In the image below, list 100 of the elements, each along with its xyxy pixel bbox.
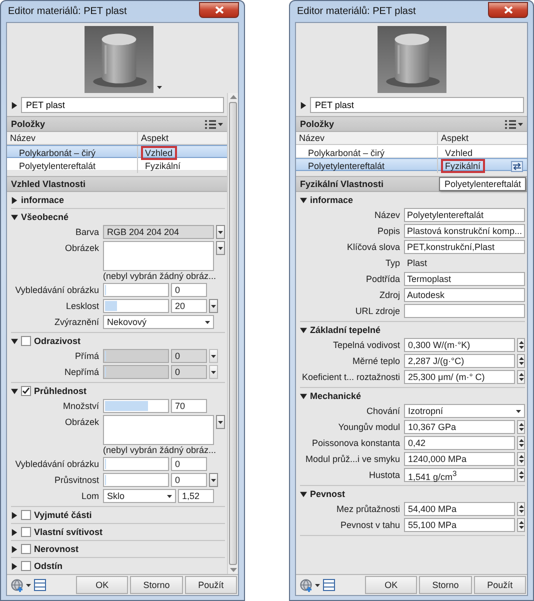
spin-button[interactable] xyxy=(517,370,525,384)
color-field[interactable]: RGB 204 204 204 xyxy=(103,225,214,239)
list-row[interactable]: Polykarbonát – čirý Vzhled xyxy=(296,145,527,158)
text-field[interactable]: Polyetylentereftalát xyxy=(404,208,525,222)
text-field[interactable]: Plastová konstrukční komp... xyxy=(404,224,525,238)
collapse-icon[interactable] xyxy=(300,326,307,334)
collapse-icon[interactable] xyxy=(300,490,307,498)
dropdown-button[interactable] xyxy=(209,299,218,313)
dropdown-button[interactable] xyxy=(209,473,218,487)
section-title[interactable]: Mechanické xyxy=(310,391,362,401)
number-field[interactable]: 2,287 J/(g·°C) xyxy=(404,354,515,368)
slider[interactable] xyxy=(103,399,169,413)
section-title[interactable]: Vlastní svítivost xyxy=(34,527,103,537)
list-row[interactable]: Polyetylentereftalát Fyzikální xyxy=(296,158,527,171)
spin-button[interactable] xyxy=(517,436,525,450)
list-row[interactable]: Polyetylentereftalát Fyzikální xyxy=(7,158,227,171)
collapse-icon[interactable] xyxy=(300,196,307,204)
checkbox[interactable] xyxy=(21,527,31,537)
slider[interactable] xyxy=(103,457,169,471)
column-header[interactable]: Název xyxy=(296,132,437,144)
view-menu-button[interactable] xyxy=(505,120,523,128)
spin-button[interactable] xyxy=(517,518,525,532)
text-field[interactable]: Autodesk xyxy=(404,288,525,302)
swap-button[interactable] xyxy=(511,160,523,172)
section-title[interactable]: informace xyxy=(310,195,354,205)
section-title[interactable]: Základní tepelné xyxy=(310,325,381,335)
spin-button[interactable] xyxy=(517,452,525,466)
text-field[interactable]: Termoplast xyxy=(404,272,525,286)
slider[interactable] xyxy=(103,283,169,297)
number-field[interactable]: 1,541 g/cm$^{3}$ xyxy=(404,468,515,482)
dropdown[interactable]: Izotropní xyxy=(404,404,525,418)
number-field[interactable]: 1240,000 MPa xyxy=(404,452,515,466)
collapse-icon[interactable] xyxy=(11,388,18,394)
dialog-button[interactable]: Storno xyxy=(130,576,183,594)
material-name-field[interactable]: PET plast xyxy=(310,97,524,113)
dialog-button[interactable]: Použít xyxy=(474,576,526,594)
expand-icon[interactable] xyxy=(11,196,18,204)
text-field[interactable]: PET,konstrukční,Plast xyxy=(404,240,525,254)
material-name-field[interactable]: PET plast xyxy=(21,97,224,113)
section-title[interactable]: Odstín xyxy=(34,561,62,571)
section-title[interactable]: Všeobecné xyxy=(21,212,69,222)
value-field[interactable]: 0 xyxy=(171,457,207,471)
dropdown-button[interactable] xyxy=(216,415,225,429)
dropdown[interactable]: Sklo xyxy=(103,489,176,503)
checkbox[interactable] xyxy=(21,510,31,520)
slider[interactable] xyxy=(103,473,169,487)
dialog-button[interactable]: Použít xyxy=(184,576,237,594)
column-header[interactable]: Aspekt xyxy=(437,132,527,144)
expand-icon[interactable] xyxy=(11,528,18,536)
panel-layout-button[interactable] xyxy=(34,579,46,591)
expand-icon[interactable] xyxy=(11,512,18,518)
expand-icon[interactable] xyxy=(11,102,18,108)
column-header[interactable]: Název xyxy=(7,132,137,144)
checkbox[interactable] xyxy=(21,336,31,346)
scrollbar[interactable] xyxy=(227,93,238,574)
value-field[interactable]: 1,52 xyxy=(178,489,214,503)
close-button[interactable] xyxy=(199,2,239,18)
number-field[interactable]: 55,100 MPa xyxy=(404,518,515,532)
section-title[interactable]: Pevnost xyxy=(310,489,346,499)
scroll-up-icon[interactable] xyxy=(230,95,236,99)
preview-menu-button[interactable] xyxy=(157,86,162,89)
dialog-button[interactable]: OK xyxy=(76,576,128,594)
section-title[interactable]: Odrazivost xyxy=(34,336,81,346)
list-row[interactable]: Polykarbonát – čirý Vzhled xyxy=(7,145,227,158)
text-field[interactable] xyxy=(404,304,525,318)
checkbox[interactable] xyxy=(21,386,31,396)
value-field[interactable]: 20 xyxy=(171,299,207,313)
spin-button[interactable] xyxy=(517,354,525,368)
slider[interactable] xyxy=(103,299,169,313)
number-field[interactable]: 10,367 GPa xyxy=(404,420,515,434)
spin-button[interactable] xyxy=(517,420,525,434)
number-field[interactable]: 25,300 μm/ (m·° C) xyxy=(404,370,515,384)
collapse-icon[interactable] xyxy=(11,214,18,220)
value-field[interactable]: 70 xyxy=(171,399,207,413)
close-button[interactable] xyxy=(488,2,528,18)
dropdown[interactable]: Nekovový xyxy=(103,315,214,329)
expand-icon[interactable] xyxy=(300,102,307,108)
material-library-button[interactable] xyxy=(11,578,31,592)
number-field[interactable]: 0,300 W/(m·°K) xyxy=(404,338,515,352)
dialog-button[interactable]: OK xyxy=(365,576,418,594)
section-title[interactable]: informace xyxy=(21,195,64,205)
number-field[interactable]: 0,42 xyxy=(404,436,515,450)
checkbox[interactable] xyxy=(21,544,31,554)
collapse-icon[interactable] xyxy=(11,338,18,344)
collapse-icon[interactable] xyxy=(300,392,307,400)
value-field[interactable]: 0 xyxy=(171,283,207,297)
scroll-down-icon[interactable] xyxy=(230,568,236,572)
view-menu-button[interactable] xyxy=(205,120,223,128)
dropdown-button[interactable] xyxy=(216,241,225,255)
spin-button[interactable] xyxy=(517,338,525,352)
expand-icon[interactable] xyxy=(11,562,18,570)
section-title[interactable]: Průhlednost xyxy=(34,386,87,396)
section-title[interactable]: Vyjmuté části xyxy=(34,510,92,520)
spin-button[interactable] xyxy=(517,502,525,516)
dialog-button[interactable]: Storno xyxy=(419,576,472,594)
panel-layout-button[interactable] xyxy=(323,579,335,591)
dropdown-button[interactable] xyxy=(216,225,225,239)
expand-icon[interactable] xyxy=(11,546,18,552)
number-field[interactable]: 54,400 MPa xyxy=(404,502,515,516)
spin-button[interactable] xyxy=(517,468,525,482)
